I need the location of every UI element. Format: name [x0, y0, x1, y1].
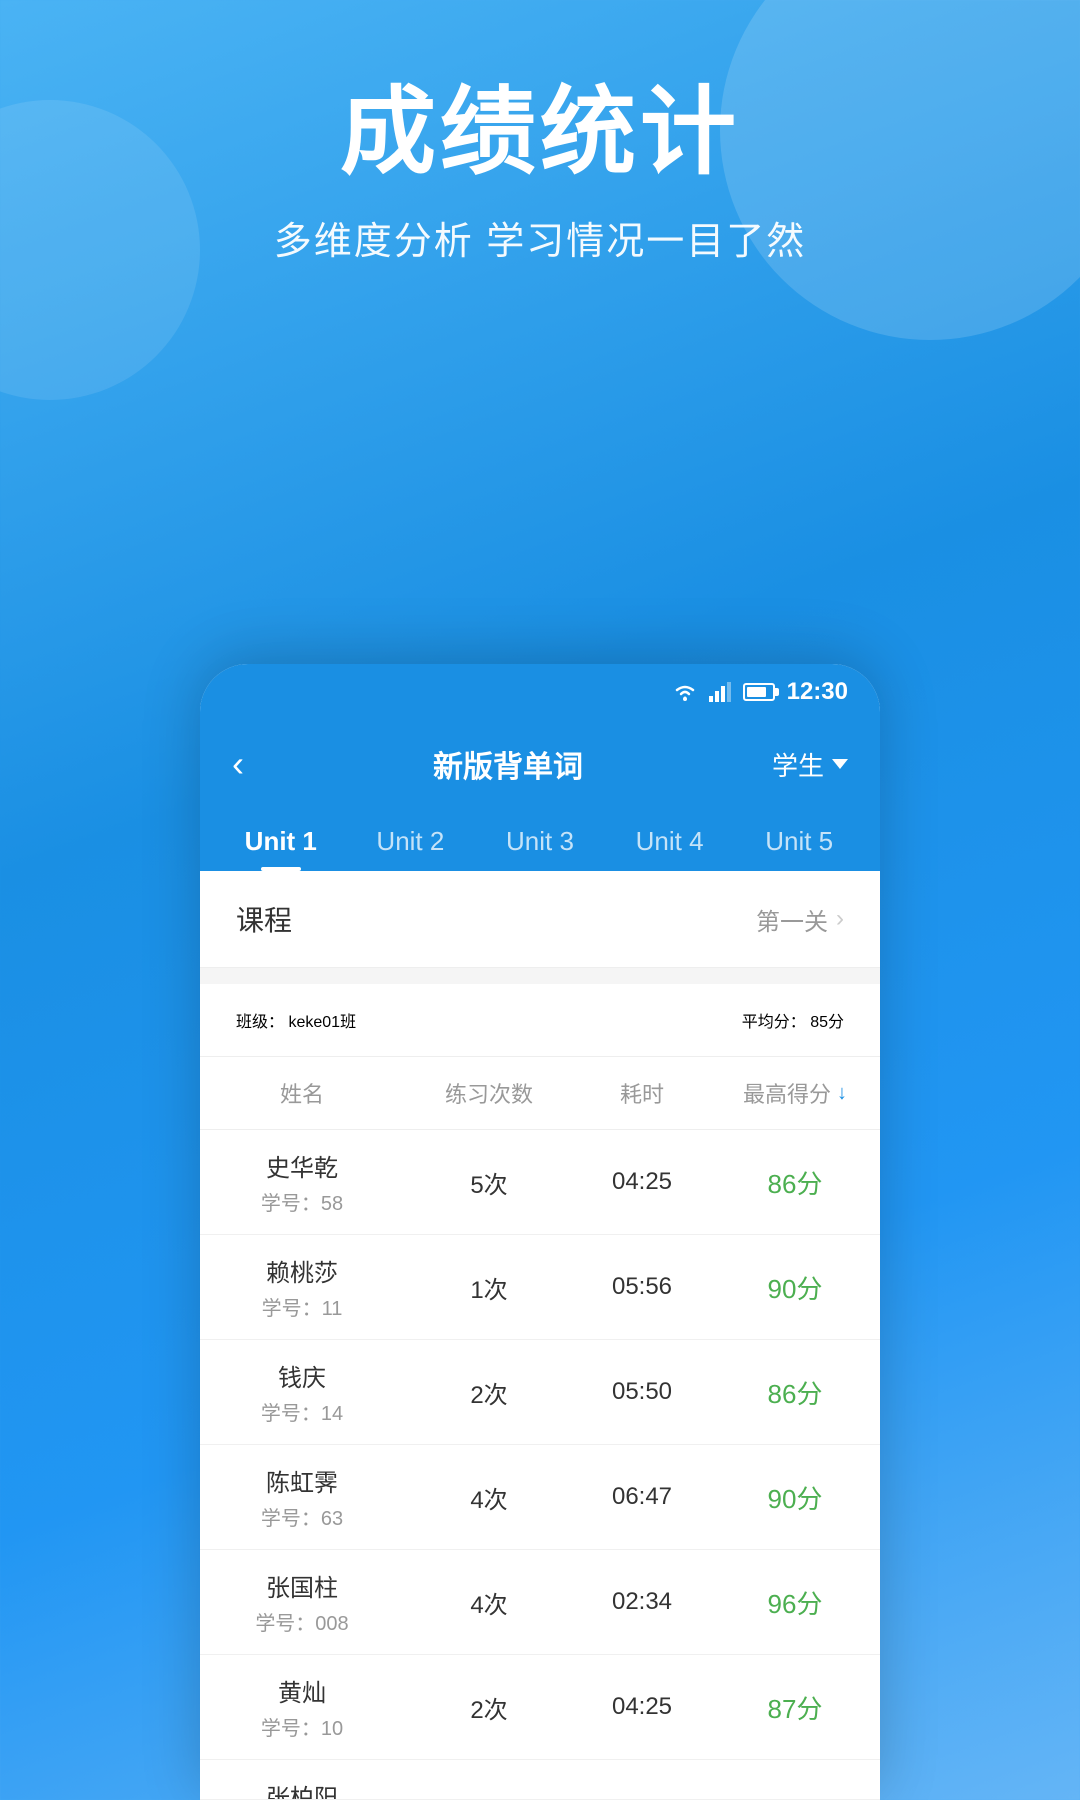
tab-unit4[interactable]: Unit 4: [605, 808, 735, 871]
student-count-cell: 1次: [404, 1235, 574, 1339]
student-label: 学生: [772, 746, 824, 783]
class-info-row: 班级： keke01班 平均分： 85分: [200, 984, 880, 1057]
tab-unit5[interactable]: Unit 5: [734, 808, 864, 871]
student-name-cell: 赖桃莎 学号：11: [200, 1235, 404, 1339]
wifi-icon: [671, 682, 699, 702]
course-label: 课程: [236, 899, 292, 939]
student-score-cell: 86分: [710, 1130, 880, 1234]
chevron-right-icon: ›: [836, 905, 844, 933]
th-count: 练习次数: [404, 1057, 574, 1129]
phone-mockup: 12:30 ‹ 新版背单词 学生 Unit 1 Unit 2 Unit 3 Un…: [200, 664, 880, 1800]
tab-unit2[interactable]: Unit 2: [346, 808, 476, 871]
student-count-cell: 4次: [404, 1550, 574, 1654]
th-score[interactable]: 最高得分 ↓: [710, 1057, 880, 1129]
table-row: 张柏阳: [200, 1760, 880, 1800]
student-score-cell: 86分: [710, 1340, 880, 1444]
class-name-display: 班级： keke01班: [236, 1008, 356, 1032]
table-row: 黄灿 学号：10 2次 04:25 87分: [200, 1655, 880, 1760]
avg-score-value: 85分: [810, 1014, 844, 1031]
avg-label: 平均分：: [742, 1014, 806, 1031]
student-time-cell: 06:47: [574, 1445, 710, 1549]
table-row: 史华乾 学号：58 5次 04:25 86分: [200, 1130, 880, 1235]
student-count-cell: 4次: [404, 1445, 574, 1549]
course-link[interactable]: 第一关 ›: [756, 902, 844, 937]
student-count-cell: 2次: [404, 1655, 574, 1759]
class-name: keke01班: [288, 1014, 356, 1031]
student-time-cell: 05:56: [574, 1235, 710, 1339]
student-score-cell: 96分: [710, 1550, 880, 1654]
student-name-cell: 黄灿 学号：10: [200, 1655, 404, 1759]
phone-frame: 12:30 ‹ 新版背单词 学生 Unit 1 Unit 2 Unit 3 Un…: [200, 664, 880, 1800]
student-count-cell: 5次: [404, 1130, 574, 1234]
table-row: 张国柱 学号：008 4次 02:34 96分: [200, 1550, 880, 1655]
student-time-cell: 04:25: [574, 1130, 710, 1234]
table-row: 陈虹霁 学号：63 4次 06:47 90分: [200, 1445, 880, 1550]
student-time-cell: 02:34: [574, 1550, 710, 1654]
tab-unit1[interactable]: Unit 1: [216, 808, 346, 871]
avg-score-display: 平均分： 85分: [742, 1008, 844, 1032]
app-header: ‹ 新版背单词 学生: [200, 720, 880, 808]
student-time-cell: 04:25: [574, 1655, 710, 1759]
table-header: 姓名 练习次数 耗时 最高得分 ↓: [200, 1057, 880, 1130]
dropdown-icon: [832, 759, 848, 769]
student-score-cell: 87分: [710, 1655, 880, 1759]
student-name-cell: 史华乾 学号：58: [200, 1130, 404, 1234]
sort-icon: ↓: [837, 1082, 847, 1105]
status-bar: 12:30: [200, 664, 880, 720]
status-time: 12:30: [787, 678, 848, 706]
student-name-cell: 钱庆 学号：14: [200, 1340, 404, 1444]
student-selector[interactable]: 学生: [772, 746, 848, 783]
class-label: 班级：: [236, 1014, 284, 1031]
student-score-cell: 90分: [710, 1235, 880, 1339]
student-name-cell: 陈虹霁 学号：63: [200, 1445, 404, 1549]
status-icons: [671, 682, 775, 702]
back-button[interactable]: ‹: [232, 743, 244, 785]
tab-bar: Unit 1 Unit 2 Unit 3 Unit 4 Unit 5: [200, 808, 880, 871]
hero-title: 成绩统计: [40, 80, 1040, 186]
hero-subtitle: 多维度分析 学习情况一目了然: [40, 210, 1040, 265]
student-name-cell: 张柏阳: [200, 1760, 404, 1800]
tab-unit3[interactable]: Unit 3: [475, 808, 605, 871]
student-time-cell: 05:50: [574, 1340, 710, 1444]
student-name-cell: 张国柱 学号：008: [200, 1550, 404, 1654]
signal-icon: [709, 682, 733, 702]
app-title: 新版背单词: [433, 742, 583, 786]
table-row: 赖桃莎 学号：11 1次 05:56 90分: [200, 1235, 880, 1340]
course-row: 课程 第一关 ›: [200, 871, 880, 968]
course-link-text: 第一关: [756, 902, 828, 937]
content-area: 课程 第一关 › 班级： keke01班 平均分： 85分 姓名: [200, 871, 880, 1800]
student-score-cell: 90分: [710, 1445, 880, 1549]
th-name: 姓名: [200, 1057, 404, 1129]
hero-section: 成绩统计 多维度分析 学习情况一目了然: [0, 0, 1080, 305]
battery-icon: [743, 683, 775, 701]
student-count-cell: 2次: [404, 1340, 574, 1444]
th-time: 耗时: [574, 1057, 710, 1129]
table-row: 钱庆 学号：14 2次 05:50 86分: [200, 1340, 880, 1445]
